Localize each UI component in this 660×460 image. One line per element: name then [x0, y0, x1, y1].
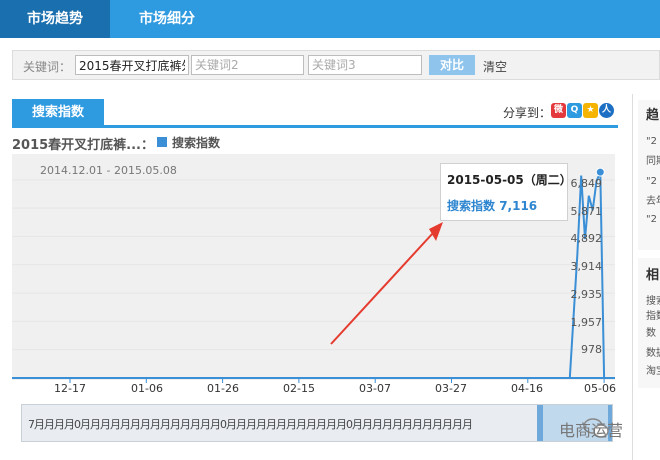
- watermark-text: 电商运营: [559, 421, 624, 440]
- data-point-highlight[interactable]: [595, 167, 605, 177]
- sidebar-line: 指数: [646, 311, 660, 322]
- tooltip-value: 搜索指数 7,116: [447, 199, 538, 213]
- y-tick-label: 1,957: [570, 316, 603, 329]
- sidebar-line: 淘宝: [646, 366, 660, 377]
- range-navigator[interactable]: 7月月月月0月月月月月月月月月月月月月月0月月月月月月月月月月月月0月月月月月月…: [21, 404, 613, 442]
- annotation-arrow-head: [429, 222, 443, 241]
- sidebar-heading-related: 相: [646, 268, 660, 283]
- sidebar-line: 数: [646, 328, 656, 339]
- sidebar-line: 数据: [646, 348, 660, 359]
- sidebar-line: "2: [646, 214, 657, 225]
- sidebar-line: 去年: [646, 196, 660, 207]
- sidebar-line: 同期: [646, 156, 660, 167]
- y-tick-label: 3,914: [570, 260, 603, 273]
- chart-tooltip: 2015-05-05（周二） 搜索指数 7,116: [440, 163, 572, 221]
- sidebar-line: "2: [646, 136, 657, 147]
- x-tick-label: 03-07: [359, 382, 391, 395]
- line-chart: [12, 167, 615, 383]
- sidebar-line: "2: [646, 176, 657, 187]
- x-tick-label: 02-15: [283, 382, 315, 395]
- x-tick-label: 01-06: [131, 382, 163, 395]
- sidebar-line: 搜索: [646, 296, 660, 307]
- annotation-arrow: [330, 232, 434, 345]
- x-tick-label: 12-17: [54, 382, 86, 395]
- y-tick-label: 2,935: [570, 288, 603, 301]
- x-tick-label: 03-27: [435, 382, 467, 395]
- y-tick-label: 978: [581, 343, 602, 356]
- x-tick-label: 04-16: [511, 382, 543, 395]
- sidebar-heading-trend: 趋: [646, 108, 660, 123]
- y-tick-label: 5,871: [570, 205, 603, 218]
- x-tick-label: 05-06: [584, 382, 616, 395]
- navigator-month-labels: 7月月月月0月月月月月月月月月月月月月月0月月月月月月月月月月月月0月月月月月月…: [28, 418, 473, 431]
- y-tick-label: 4,892: [570, 232, 603, 245]
- tooltip-date: 2015-05-05（周二）: [447, 173, 572, 187]
- x-tick-label: 01-26: [207, 382, 239, 395]
